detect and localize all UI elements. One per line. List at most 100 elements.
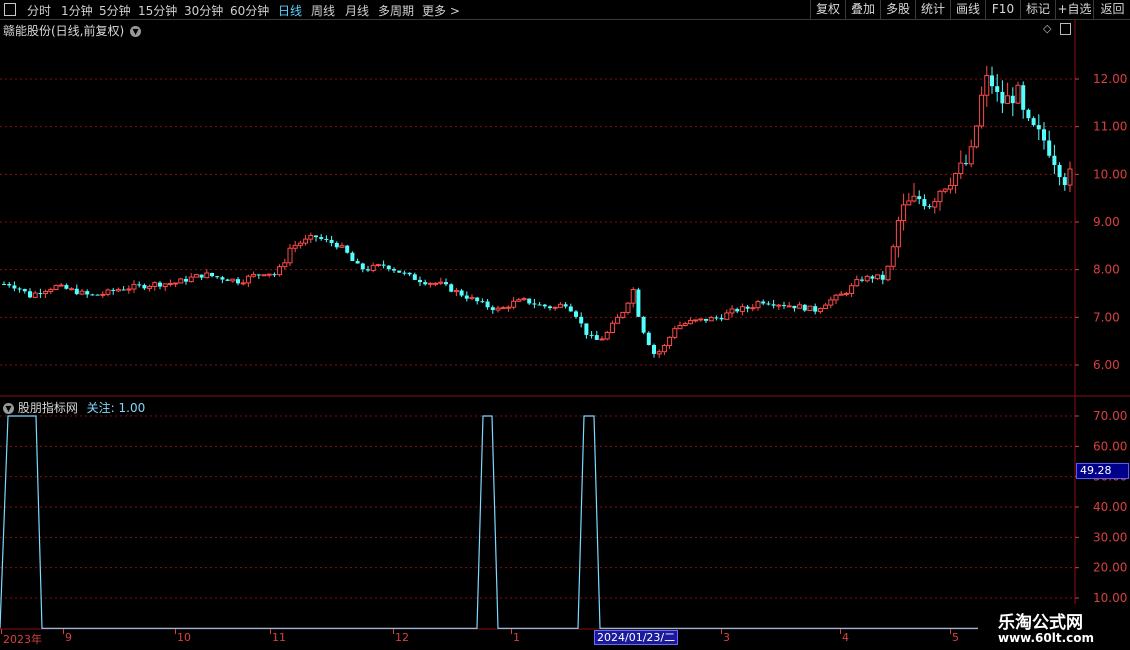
date-axis-label: 12 (395, 631, 409, 644)
candle-body-down (121, 289, 126, 291)
candle-body-up (947, 184, 953, 190)
candle-body-down (704, 318, 708, 321)
candle-body-down (1000, 91, 1005, 104)
candle-body-up (849, 285, 855, 294)
date-axis-label: 10 (177, 631, 191, 644)
candle-body-up (906, 200, 912, 206)
candle-body-up (557, 303, 563, 308)
candle-body-up (885, 265, 891, 281)
candle-body-down (28, 291, 32, 298)
candle-body-up (287, 247, 293, 264)
candle-body-up (604, 332, 610, 340)
candle-body-up (973, 125, 979, 148)
candle-body-down (111, 289, 116, 291)
price-tick-label: 10.00 (1093, 167, 1127, 181)
price-tick-label: 6.00 (1093, 358, 1120, 372)
price-tick-label: 9.00 (1093, 215, 1120, 229)
candle-body-up (698, 318, 704, 321)
candle-body-down (360, 263, 365, 270)
candle-body-down (412, 274, 417, 280)
candle-body-down (771, 304, 776, 306)
candle-body-down (225, 279, 230, 281)
candle-body-up (511, 300, 517, 308)
candle-body-up (261, 274, 267, 277)
candle-body-down (1047, 140, 1052, 156)
candle-body-up (687, 319, 693, 325)
candle-body-down (527, 298, 532, 304)
candle-body-down (1026, 109, 1031, 119)
candle-body-down (568, 306, 573, 312)
chart-area[interactable]: 12.00 11.00 10.00 9.00 8.00 7.00 6.00 70.00 60.0… (0, 0, 1130, 650)
candle-body-down (485, 301, 490, 308)
candle-body-down (236, 279, 240, 284)
candle-body-up (230, 278, 236, 282)
candle-body-down (714, 317, 719, 319)
candle-body-up (776, 304, 782, 307)
candle-body-down (641, 316, 646, 333)
candle-body-down (927, 206, 932, 208)
chevron-down-icon[interactable]: ▼ (130, 26, 142, 37)
candle-body-up (178, 278, 184, 284)
candle-body-up (516, 299, 522, 302)
candle-body-down (418, 279, 422, 283)
candle-body-down (480, 301, 485, 303)
candle-body-up (615, 316, 621, 324)
candle-body-up (303, 238, 309, 244)
candle-body-up (167, 282, 173, 285)
candle-body-down (381, 264, 386, 266)
chevron-down-icon[interactable]: ▼ (3, 403, 14, 414)
price-tick-label: 8.00 (1093, 263, 1120, 277)
date-axis-tick (950, 629, 951, 634)
candle-body-up (817, 308, 823, 313)
candle-body-up (188, 276, 194, 283)
candle-body-down (542, 304, 547, 307)
candle-body-up (375, 264, 381, 267)
date-axis-tick (393, 629, 394, 634)
candle-body-down (1031, 118, 1036, 126)
candle-body-down (2, 283, 6, 285)
date-axis-label: 11 (272, 631, 286, 644)
candle-body-down (880, 274, 885, 280)
candle-body-down (444, 282, 448, 285)
candle-body-down (917, 196, 922, 200)
candle-body-up (1015, 84, 1021, 104)
candle-body-up (251, 273, 257, 277)
candle-body-down (314, 235, 318, 238)
candle-body-up (672, 328, 678, 338)
candle-body-down (334, 242, 339, 248)
candle-body-up (828, 299, 834, 306)
candle-body-up (126, 288, 132, 291)
candle-body-up (708, 316, 714, 322)
candle-body-down (407, 272, 412, 275)
candle-body-up (438, 281, 444, 284)
candle-body-down (350, 252, 355, 262)
candle-body-down (256, 274, 261, 276)
candle-body-up (427, 282, 433, 285)
candle-body-down (1052, 155, 1057, 166)
panel-layout-icon[interactable] (1060, 23, 1071, 35)
candle-body-up (495, 307, 501, 311)
candle-body-up (620, 311, 626, 318)
indicator-name[interactable]: 股朋指标网 (18, 401, 78, 415)
diamond-icon[interactable]: ◇ (1043, 22, 1051, 35)
date-axis-tick (840, 629, 841, 634)
candle-body-up (152, 282, 158, 287)
candle-body-up (245, 275, 251, 284)
indicator-tick-label: 10.00 (1093, 591, 1127, 605)
candle-body-down (745, 306, 750, 309)
candle-body-up (953, 173, 959, 186)
candle-body-down (870, 276, 875, 279)
indicator-title: ▼ 股朋指标网 关注: 1.00 (3, 399, 145, 416)
candle-body-down (142, 285, 147, 289)
candle-body-down (397, 270, 402, 273)
indicator-line (0, 415, 1075, 629)
candle-body-down (537, 304, 542, 306)
candle-body-up (292, 244, 298, 249)
candle-body-down (215, 276, 220, 278)
candle-body-down (574, 311, 578, 317)
indicator-tick-label: 60.00 (1093, 439, 1127, 453)
candle-body-up (599, 338, 605, 341)
candle-body-up (297, 242, 303, 246)
candle-body-down (584, 323, 589, 335)
candle-body-down (329, 239, 334, 243)
